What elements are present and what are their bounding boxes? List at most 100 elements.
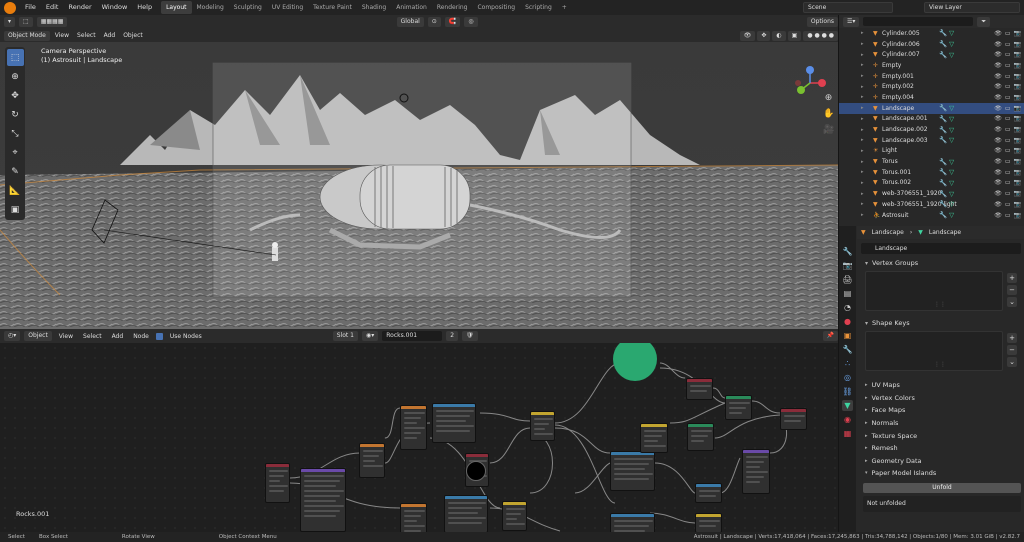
hide-in-viewport-icon[interactable]: 👁: [994, 201, 1002, 208]
viewport-menu-select[interactable]: Select: [74, 32, 99, 39]
outliner-row[interactable]: ▸ ▼ web-3706551_1920 🔧 ▽ 👁 ▭ 📷: [839, 188, 1024, 199]
zoom-icon[interactable]: ⊕: [823, 93, 834, 104]
expand-arrow-icon[interactable]: ▸: [861, 212, 864, 218]
rotate-tool-icon[interactable]: ↻: [7, 106, 24, 123]
transform-tool-icon[interactable]: ⌖: [7, 144, 24, 161]
panel-normals[interactable]: ▸ Normals: [857, 417, 1024, 430]
disable-in-viewport-icon[interactable]: ▭: [1005, 83, 1011, 90]
viewport-menu-view[interactable]: View: [52, 32, 72, 39]
disable-in-viewport-icon[interactable]: ▭: [1005, 147, 1011, 154]
hide-in-viewport-icon[interactable]: 👁: [994, 212, 1002, 219]
render-props-icon[interactable]: 📷: [842, 260, 853, 271]
outliner-item-name[interactable]: Astrosuit: [882, 212, 909, 219]
outliner-item-name[interactable]: Landscape.002: [882, 126, 928, 133]
disable-in-render-icon[interactable]: 📷: [1014, 41, 1021, 48]
outliner-row[interactable]: ▸ ▼ Cylinder.005 🔧 ▽ 👁 ▭ 📷: [839, 28, 1024, 39]
pin-icon[interactable]: 📌: [822, 331, 838, 341]
outliner-row[interactable]: ▸ ▼ Landscape.001 🔧 ▽ 👁 ▭ 📷: [839, 114, 1024, 125]
particle-props-icon[interactable]: ∴: [842, 358, 853, 369]
shader-node[interactable]: [610, 451, 655, 491]
menu-window[interactable]: Window: [97, 0, 133, 15]
3d-viewport[interactable]: ▾ ⬚ ▦▦▦▦ Global ⊙ 🧲 ◎ Options Object Mod…: [0, 15, 838, 329]
outliner-item-name[interactable]: Cylinder.007: [882, 51, 920, 58]
disable-in-render-icon[interactable]: 📷: [1014, 115, 1021, 122]
gizmo-toggle-icon[interactable]: ✥: [757, 30, 771, 41]
shader-type-dropdown[interactable]: Object: [24, 331, 52, 341]
resize-grip-icon[interactable]: ⋮⋮: [934, 361, 946, 368]
disable-in-viewport-icon[interactable]: ▭: [1005, 115, 1011, 122]
annotate-tool-icon[interactable]: ✎: [7, 163, 24, 180]
outliner-item-name[interactable]: Empty.004: [882, 94, 914, 101]
shader-node-editor[interactable]: ◴▾ Object View Select Add Node Use Nodes…: [0, 329, 838, 532]
disable-in-render-icon[interactable]: 📷: [1014, 158, 1021, 165]
outliner-item-name[interactable]: Torus: [882, 158, 898, 165]
material-users-count[interactable]: 2: [446, 331, 459, 341]
disable-in-render-icon[interactable]: 📷: [1014, 94, 1021, 101]
outliner-row[interactable]: ▸ ✛ Empty.004 👁 ▭ 📷: [839, 92, 1024, 103]
tab-shading[interactable]: Shading: [357, 1, 391, 14]
shader-node[interactable]: [502, 501, 527, 531]
outliner-item-name[interactable]: Empty.001: [882, 73, 914, 80]
outliner-row[interactable]: ▸ ▼ Torus.002 🔧 ▽ 👁 ▭ 📷: [839, 178, 1024, 189]
viewport-menu-add[interactable]: Add: [101, 32, 119, 39]
hide-in-viewport-icon[interactable]: 👁: [994, 105, 1002, 112]
shape-key-menu-icon[interactable]: ⌄: [1007, 357, 1017, 367]
disable-in-viewport-icon[interactable]: ▭: [1005, 62, 1011, 69]
outliner-row[interactable]: ▸ ⛹ Astrosuit 🔧 ▽ 👁 ▭ 📷: [839, 210, 1024, 221]
move-tool-icon[interactable]: ✥: [7, 87, 24, 104]
outliner-row[interactable]: ▸ ▼ web-3706551_1920 light 🔧 ▽ 👁 ▭ 📷: [839, 199, 1024, 210]
disable-in-viewport-icon[interactable]: ▭: [1005, 30, 1011, 37]
panel-geometry-data[interactable]: ▸ Geometry Data: [857, 455, 1024, 468]
disable-in-viewport-icon[interactable]: ▭: [1005, 94, 1011, 101]
hide-in-viewport-icon[interactable]: 👁: [994, 41, 1002, 48]
disable-in-render-icon[interactable]: 📷: [1014, 126, 1021, 133]
modifier-props-icon[interactable]: 🔧: [842, 344, 853, 355]
hide-in-viewport-icon[interactable]: 👁: [994, 83, 1002, 90]
expand-arrow-icon[interactable]: ▸: [861, 159, 864, 165]
disable-in-render-icon[interactable]: 📷: [1014, 137, 1021, 144]
panel-paper-model-islands[interactable]: ▾ Paper Model Islands: [857, 467, 1024, 480]
overlay-toggle-icon[interactable]: ◐: [772, 30, 786, 41]
tab-scripting[interactable]: Scripting: [520, 1, 557, 14]
hide-in-viewport-icon[interactable]: 👁: [994, 126, 1002, 133]
outliner-item-name[interactable]: Cylinder.006: [882, 41, 920, 48]
disable-in-render-icon[interactable]: 📷: [1014, 83, 1021, 90]
filter-icon[interactable]: ⏷: [977, 16, 991, 27]
expand-arrow-icon[interactable]: ▸: [861, 169, 864, 175]
shape-keys-list[interactable]: ⋮⋮: [865, 331, 1003, 371]
disable-in-viewport-icon[interactable]: ▭: [1005, 126, 1011, 133]
outliner-item-name[interactable]: Cylinder.005: [882, 30, 920, 37]
outliner-item-name[interactable]: Light: [882, 147, 897, 154]
outliner-item-name[interactable]: Landscape.003: [882, 137, 928, 144]
disable-in-viewport-icon[interactable]: ▭: [1005, 41, 1011, 48]
blender-logo-icon[interactable]: [4, 1, 16, 14]
outliner-item-name[interactable]: Empty.002: [882, 83, 914, 90]
disable-in-render-icon[interactable]: 📷: [1014, 62, 1021, 69]
expand-arrow-icon[interactable]: ▸: [861, 73, 864, 79]
shader-node[interactable]: [400, 503, 427, 532]
expand-arrow-icon[interactable]: ▸: [861, 137, 864, 143]
hide-in-viewport-icon[interactable]: 👁: [994, 179, 1002, 186]
outliner-row[interactable]: ▸ ▼ Landscape 🔧 ▽ 👁 ▭ 📷: [839, 102, 1024, 114]
physics-props-icon[interactable]: ◎: [842, 372, 853, 383]
menu-help[interactable]: Help: [132, 0, 157, 15]
outliner-search-field[interactable]: [863, 17, 974, 26]
scene-props-icon[interactable]: ◔: [842, 302, 853, 313]
object-mode-dropdown[interactable]: Object Mode: [4, 30, 50, 41]
shader-node[interactable]: [725, 395, 752, 420]
cursor-tool-icon[interactable]: ⊕: [7, 68, 24, 85]
disable-in-viewport-icon[interactable]: ▭: [1005, 158, 1011, 165]
outliner-row[interactable]: ▸ ✛ Empty 👁 ▭ 📷: [839, 60, 1024, 71]
expand-arrow-icon[interactable]: ▸: [861, 41, 864, 47]
output-props-icon[interactable]: 🖨: [842, 274, 853, 285]
disable-in-viewport-icon[interactable]: ▭: [1005, 169, 1011, 176]
node-canvas[interactable]: [0, 343, 838, 532]
hide-in-viewport-icon[interactable]: 👁: [994, 51, 1002, 58]
material-name-field[interactable]: Rocks.001: [382, 331, 443, 341]
outliner-item-name[interactable]: Torus.002: [882, 179, 911, 186]
expand-arrow-icon[interactable]: ▸: [861, 201, 864, 207]
expand-arrow-icon[interactable]: ▸: [861, 116, 864, 122]
unfold-button[interactable]: Unfold: [863, 482, 1021, 493]
expand-arrow-icon[interactable]: ▸: [861, 52, 864, 58]
tab-modeling[interactable]: Modeling: [192, 1, 229, 14]
